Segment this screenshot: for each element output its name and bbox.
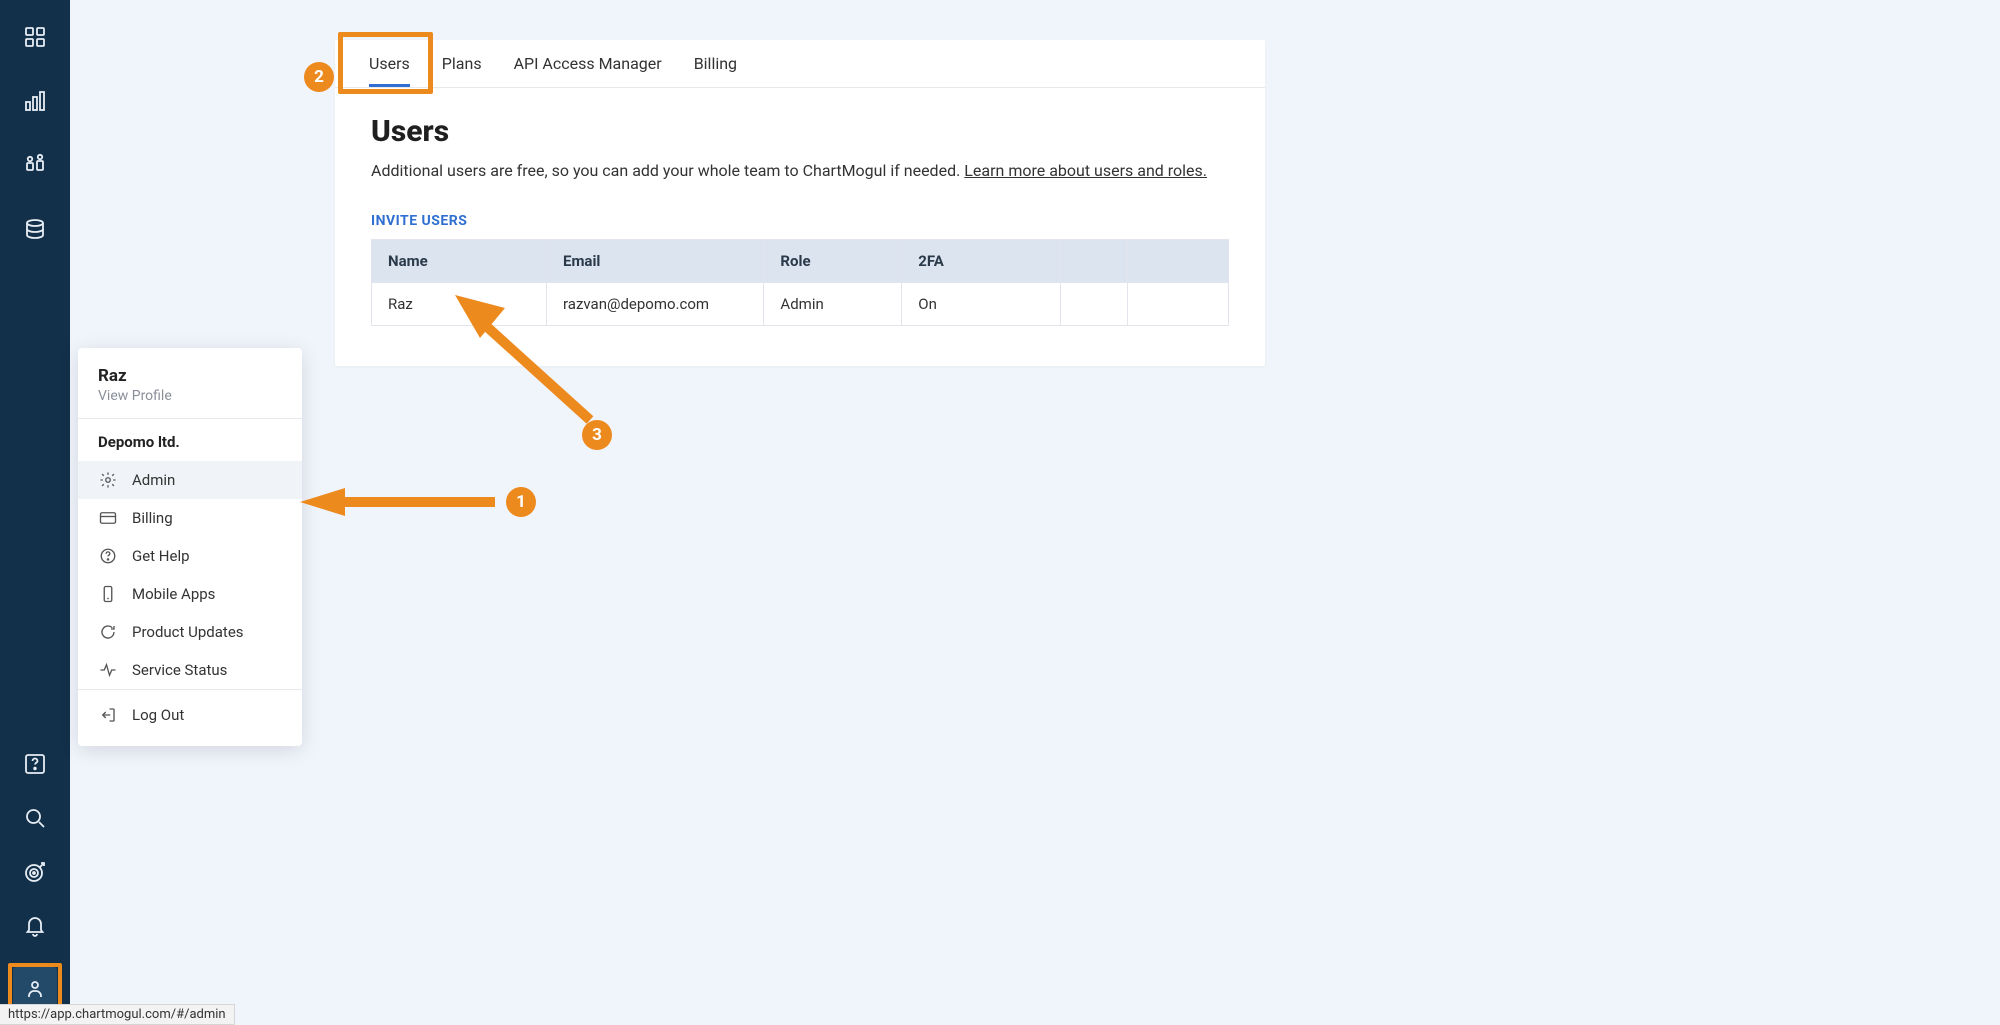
analytics-icon[interactable] bbox=[22, 88, 48, 114]
th-blank2 bbox=[1128, 240, 1229, 283]
th-2fa: 2FA bbox=[902, 240, 1061, 283]
menu-label: Product Updates bbox=[132, 623, 244, 641]
menu-item-product-updates[interactable]: Product Updates bbox=[78, 613, 302, 651]
annotation-badge-1: 1 bbox=[506, 487, 536, 517]
page-title: Users bbox=[371, 114, 1229, 149]
people-icon[interactable] bbox=[22, 152, 48, 178]
annotation-arrow-1 bbox=[300, 486, 510, 522]
popup-company-name: Depomo ltd. bbox=[78, 419, 302, 461]
gear-icon bbox=[98, 470, 118, 490]
page-description: Additional users are free, so you can ad… bbox=[371, 161, 1229, 180]
tab-billing[interactable]: Billing bbox=[678, 40, 753, 87]
annotation-badge-3: 3 bbox=[582, 420, 612, 450]
view-profile-link[interactable]: View Profile bbox=[98, 388, 282, 404]
card-icon bbox=[98, 508, 118, 528]
bell-icon[interactable] bbox=[22, 913, 48, 939]
menu-label: Mobile Apps bbox=[132, 585, 215, 603]
menu-item-admin[interactable]: Admin bbox=[78, 461, 302, 499]
menu-item-logout[interactable]: Log Out bbox=[78, 696, 302, 734]
mobile-icon bbox=[98, 584, 118, 604]
question-circle-icon bbox=[98, 546, 118, 566]
menu-label: Get Help bbox=[132, 547, 190, 565]
target-icon[interactable] bbox=[22, 859, 48, 885]
learn-more-link[interactable]: Learn more about users and roles. bbox=[964, 161, 1207, 180]
sidebar bbox=[0, 0, 70, 1025]
th-name: Name bbox=[372, 240, 547, 283]
cell-email: razvan@depomo.com bbox=[547, 283, 764, 326]
dashboard-icon[interactable] bbox=[22, 24, 48, 50]
menu-item-get-help[interactable]: Get Help bbox=[78, 537, 302, 575]
annotation-badge-2: 2 bbox=[304, 62, 334, 92]
refresh-icon bbox=[98, 622, 118, 642]
th-role: Role bbox=[764, 240, 902, 283]
tab-api-access-manager[interactable]: API Access Manager bbox=[498, 40, 678, 87]
help-icon[interactable] bbox=[22, 751, 48, 777]
activity-icon bbox=[98, 660, 118, 680]
th-email: Email bbox=[547, 240, 764, 283]
menu-item-billing[interactable]: Billing bbox=[78, 499, 302, 537]
admin-card: Users Plans API Access Manager Billing U… bbox=[335, 40, 1265, 366]
tab-plans[interactable]: Plans bbox=[426, 40, 498, 87]
cell-role: Admin bbox=[764, 283, 902, 326]
cell-blank2 bbox=[1128, 283, 1229, 326]
menu-item-mobile-apps[interactable]: Mobile Apps bbox=[78, 575, 302, 613]
menu-label: Admin bbox=[132, 471, 175, 489]
menu-label: Billing bbox=[132, 509, 173, 527]
profile-popup: Raz View Profile Depomo ltd. Admin Billi… bbox=[78, 348, 302, 746]
cell-2fa: On bbox=[902, 283, 1061, 326]
cell-name: Raz bbox=[372, 283, 547, 326]
tabs: Users Plans API Access Manager Billing bbox=[335, 40, 1265, 88]
table-row[interactable]: Raz razvan@depomo.com Admin On bbox=[372, 283, 1229, 326]
menu-label: Service Status bbox=[132, 661, 227, 679]
stack-icon[interactable] bbox=[22, 216, 48, 242]
users-table: Name Email Role 2FA Raz razvan@depomo.co… bbox=[371, 239, 1229, 326]
menu-item-service-status[interactable]: Service Status bbox=[78, 651, 302, 689]
tab-users[interactable]: Users bbox=[353, 40, 426, 87]
popup-profile-name: Raz bbox=[98, 366, 282, 386]
status-bar-url: https://app.chartmogul.com/#/admin bbox=[0, 1004, 235, 1025]
search-icon[interactable] bbox=[22, 805, 48, 831]
cell-blank1 bbox=[1061, 283, 1128, 326]
invite-users-button[interactable]: INVITE USERS bbox=[371, 213, 467, 229]
description-text: Additional users are free, so you can ad… bbox=[371, 161, 964, 180]
menu-label: Log Out bbox=[132, 706, 184, 724]
logout-icon bbox=[98, 705, 118, 725]
th-blank1 bbox=[1061, 240, 1128, 283]
